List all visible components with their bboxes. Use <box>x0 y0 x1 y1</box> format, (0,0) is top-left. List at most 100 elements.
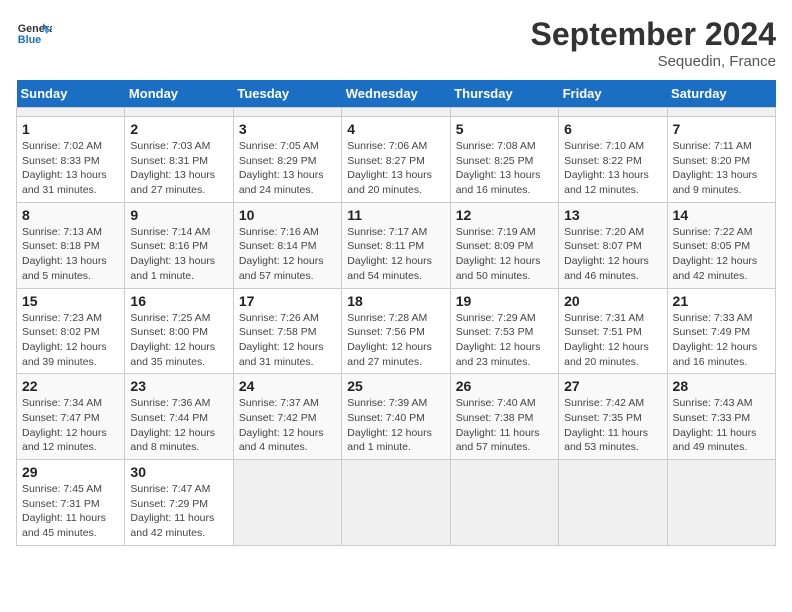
day-info: Sunrise: 7:36 AM Sunset: 7:44 PM Dayligh… <box>130 396 227 455</box>
day-number: 9 <box>130 207 227 223</box>
calendar-cell <box>667 460 775 546</box>
day-info: Sunrise: 7:11 AM Sunset: 8:20 PM Dayligh… <box>673 139 770 198</box>
day-info: Sunrise: 7:39 AM Sunset: 7:40 PM Dayligh… <box>347 396 444 455</box>
calendar-cell: 30 Sunrise: 7:47 AM Sunset: 7:29 PM Dayli… <box>125 460 233 546</box>
day-number: 13 <box>564 207 661 223</box>
day-number: 28 <box>673 378 770 394</box>
calendar-cell <box>233 460 341 546</box>
day-number: 17 <box>239 293 336 309</box>
day-number: 14 <box>673 207 770 223</box>
calendar-cell: 6 Sunrise: 7:10 AM Sunset: 8:22 PM Daylig… <box>559 117 667 203</box>
page-subtitle: Sequedin, France <box>531 53 776 70</box>
day-number: 6 <box>564 121 661 137</box>
calendar-row: 22Sunrise: 7:34 AM Sunset: 7:47 PM Dayli… <box>17 374 776 460</box>
day-number: 12 <box>456 207 553 223</box>
header-saturday: Saturday <box>667 80 775 108</box>
calendar-cell <box>450 108 558 117</box>
day-info: Sunrise: 7:08 AM Sunset: 8:25 PM Dayligh… <box>456 139 553 198</box>
day-number: 20 <box>564 293 661 309</box>
calendar-row: 1Sunrise: 7:02 AM Sunset: 8:33 PM Daylig… <box>17 117 776 203</box>
calendar-cell: 11Sunrise: 7:17 AM Sunset: 8:11 PM Dayli… <box>342 202 450 288</box>
calendar-cell: 27Sunrise: 7:42 AM Sunset: 7:35 PM Dayli… <box>559 374 667 460</box>
calendar-cell: 19Sunrise: 7:29 AM Sunset: 7:53 PM Dayli… <box>450 288 558 374</box>
calendar-cell <box>342 108 450 117</box>
day-number: 5 <box>456 121 553 137</box>
day-info: Sunrise: 7:26 AM Sunset: 7:58 PM Dayligh… <box>239 311 336 370</box>
day-info: Sunrise: 7:45 AM Sunset: 7:31 PM Dayligh… <box>22 482 119 541</box>
calendar-cell: 1Sunrise: 7:02 AM Sunset: 8:33 PM Daylig… <box>17 117 125 203</box>
day-info: Sunrise: 7:05 AM Sunset: 8:29 PM Dayligh… <box>239 139 336 198</box>
calendar-cell: 25Sunrise: 7:39 AM Sunset: 7:40 PM Dayli… <box>342 374 450 460</box>
day-number: 2 <box>130 121 227 137</box>
day-info: Sunrise: 7:25 AM Sunset: 8:00 PM Dayligh… <box>130 311 227 370</box>
day-info: Sunrise: 7:16 AM Sunset: 8:14 PM Dayligh… <box>239 225 336 284</box>
day-number: 15 <box>22 293 119 309</box>
calendar-cell: 4Sunrise: 7:06 AM Sunset: 8:27 PM Daylig… <box>342 117 450 203</box>
day-number: 30 <box>130 464 227 480</box>
calendar-cell <box>559 460 667 546</box>
day-number: 23 <box>130 378 227 394</box>
calendar-cell: 13Sunrise: 7:20 AM Sunset: 8:07 PM Dayli… <box>559 202 667 288</box>
calendar-cell <box>450 460 558 546</box>
calendar-cell: 24 Sunrise: 7:37 AM Sunset: 7:42 PM Dayli… <box>233 374 341 460</box>
logo: General Blue General Blue <box>16 16 56 52</box>
calendar-row: 8Sunrise: 7:13 AM Sunset: 8:18 PM Daylig… <box>17 202 776 288</box>
calendar-cell: 20 Sunrise: 7:31 AM Sunset: 7:51 PM Dayli… <box>559 288 667 374</box>
day-info: Sunrise: 7:06 AM Sunset: 8:27 PM Dayligh… <box>347 139 444 198</box>
day-number: 16 <box>130 293 227 309</box>
svg-text:Blue: Blue <box>18 34 41 46</box>
day-number: 10 <box>239 207 336 223</box>
day-info: Sunrise: 7:43 AM Sunset: 7:33 PM Dayligh… <box>673 396 770 455</box>
calendar-cell: 10 Sunrise: 7:16 AM Sunset: 8:14 PM Dayli… <box>233 202 341 288</box>
day-number: 22 <box>22 378 119 394</box>
day-info: Sunrise: 7:22 AM Sunset: 8:05 PM Dayligh… <box>673 225 770 284</box>
calendar-cell: 17 Sunrise: 7:26 AM Sunset: 7:58 PM Dayli… <box>233 288 341 374</box>
calendar-cell: 8Sunrise: 7:13 AM Sunset: 8:18 PM Daylig… <box>17 202 125 288</box>
day-info: Sunrise: 7:28 AM Sunset: 7:56 PM Dayligh… <box>347 311 444 370</box>
calendar-cell: 12 Sunrise: 7:19 AM Sunset: 8:09 PM Dayli… <box>450 202 558 288</box>
page-title: September 2024 <box>531 16 776 53</box>
day-info: Sunrise: 7:17 AM Sunset: 8:11 PM Dayligh… <box>347 225 444 284</box>
day-number: 8 <box>22 207 119 223</box>
day-number: 26 <box>456 378 553 394</box>
day-number: 18 <box>347 293 444 309</box>
calendar-header-row: SundayMondayTuesdayWednesdayThursdayFrid… <box>17 80 776 108</box>
calendar-cell: 14 Sunrise: 7:22 AM Sunset: 8:05 PM Dayli… <box>667 202 775 288</box>
day-number: 24 <box>239 378 336 394</box>
calendar-cell <box>125 108 233 117</box>
calendar-cell: 7 Sunrise: 7:11 AM Sunset: 8:20 PM Daylig… <box>667 117 775 203</box>
day-info: Sunrise: 7:10 AM Sunset: 8:22 PM Dayligh… <box>564 139 661 198</box>
title-area: September 2024 Sequedin, France <box>531 16 776 70</box>
calendar-cell <box>17 108 125 117</box>
day-number: 3 <box>239 121 336 137</box>
day-info: Sunrise: 7:14 AM Sunset: 8:16 PM Dayligh… <box>130 225 227 284</box>
day-info: Sunrise: 7:47 AM Sunset: 7:29 PM Dayligh… <box>130 482 227 541</box>
day-info: Sunrise: 7:31 AM Sunset: 7:51 PM Dayligh… <box>564 311 661 370</box>
day-number: 7 <box>673 121 770 137</box>
day-info: Sunrise: 7:29 AM Sunset: 7:53 PM Dayligh… <box>456 311 553 370</box>
calendar-cell: 22Sunrise: 7:34 AM Sunset: 7:47 PM Dayli… <box>17 374 125 460</box>
header-tuesday: Tuesday <box>233 80 341 108</box>
calendar-cell: 28 Sunrise: 7:43 AM Sunset: 7:33 PM Dayli… <box>667 374 775 460</box>
calendar-cell <box>667 108 775 117</box>
calendar-cell: 2 Sunrise: 7:03 AM Sunset: 8:31 PM Daylig… <box>125 117 233 203</box>
calendar-table: SundayMondayTuesdayWednesdayThursdayFrid… <box>16 80 776 546</box>
calendar-cell: 3 Sunrise: 7:05 AM Sunset: 8:29 PM Daylig… <box>233 117 341 203</box>
day-info: Sunrise: 7:02 AM Sunset: 8:33 PM Dayligh… <box>22 139 119 198</box>
calendar-cell <box>342 460 450 546</box>
calendar-row <box>17 108 776 117</box>
day-info: Sunrise: 7:37 AM Sunset: 7:42 PM Dayligh… <box>239 396 336 455</box>
header-thursday: Thursday <box>450 80 558 108</box>
day-info: Sunrise: 7:42 AM Sunset: 7:35 PM Dayligh… <box>564 396 661 455</box>
calendar-cell: 9 Sunrise: 7:14 AM Sunset: 8:16 PM Daylig… <box>125 202 233 288</box>
calendar-row: 15Sunrise: 7:23 AM Sunset: 8:02 PM Dayli… <box>17 288 776 374</box>
day-number: 21 <box>673 293 770 309</box>
header-friday: Friday <box>559 80 667 108</box>
calendar-cell <box>233 108 341 117</box>
calendar-cell: 26Sunrise: 7:40 AM Sunset: 7:38 PM Dayli… <box>450 374 558 460</box>
calendar-cell: 16 Sunrise: 7:25 AM Sunset: 8:00 PM Dayli… <box>125 288 233 374</box>
calendar-cell <box>559 108 667 117</box>
day-info: Sunrise: 7:19 AM Sunset: 8:09 PM Dayligh… <box>456 225 553 284</box>
day-info: Sunrise: 7:03 AM Sunset: 8:31 PM Dayligh… <box>130 139 227 198</box>
calendar-cell: 21Sunrise: 7:33 AM Sunset: 7:49 PM Dayli… <box>667 288 775 374</box>
